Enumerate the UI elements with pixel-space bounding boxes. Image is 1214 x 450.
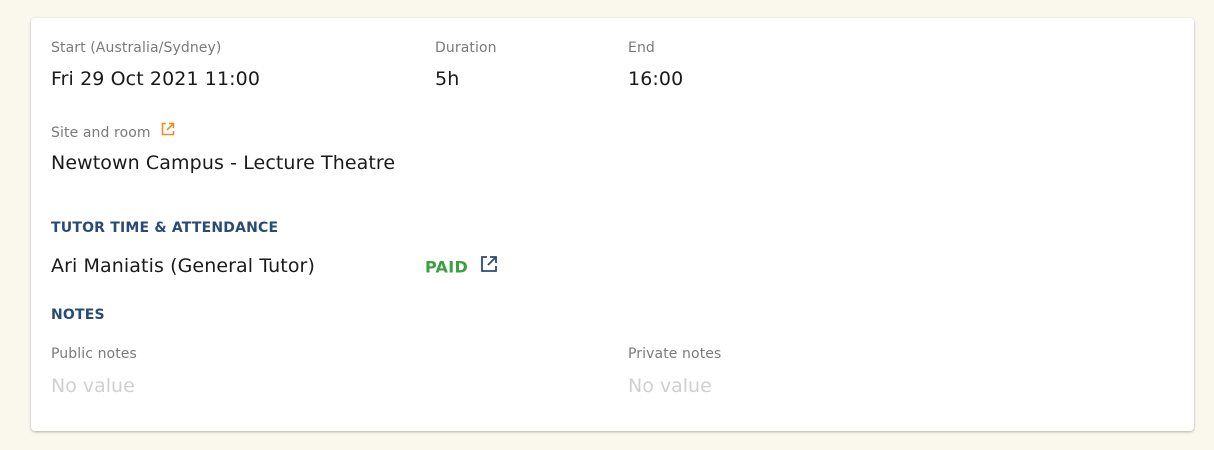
- public-notes-value: No value: [51, 375, 135, 397]
- tutor-status-row: PAID: [425, 256, 499, 280]
- external-link-icon[interactable]: [479, 254, 499, 278]
- start-label: Start (Australia/Sydney): [51, 40, 222, 56]
- tutor-section-title: TUTOR TIME & ATTENDANCE: [51, 220, 279, 236]
- duration-label: Duration: [435, 40, 497, 56]
- site-label: Site and room: [51, 125, 151, 141]
- notes-section-title: NOTES: [51, 307, 105, 323]
- tutor-name: Ari Maniatis (General Tutor): [51, 255, 315, 277]
- site-value: Newtown Campus - Lecture Theatre: [51, 152, 396, 174]
- external-link-icon[interactable]: [160, 121, 176, 141]
- start-value: Fri 29 Oct 2021 11:00: [51, 68, 261, 90]
- duration-value: 5h: [435, 68, 460, 90]
- end-value: 16:00: [628, 68, 684, 90]
- end-label: End: [628, 40, 655, 56]
- private-notes-label: Private notes: [628, 346, 722, 362]
- public-notes-label: Public notes: [51, 346, 137, 362]
- site-label-row: Site and room: [51, 122, 176, 142]
- session-details-card: Start (Australia/Sydney) Fri 29 Oct 2021…: [31, 18, 1194, 431]
- private-notes-value: No value: [628, 375, 712, 397]
- paid-status-badge: PAID: [425, 257, 469, 277]
